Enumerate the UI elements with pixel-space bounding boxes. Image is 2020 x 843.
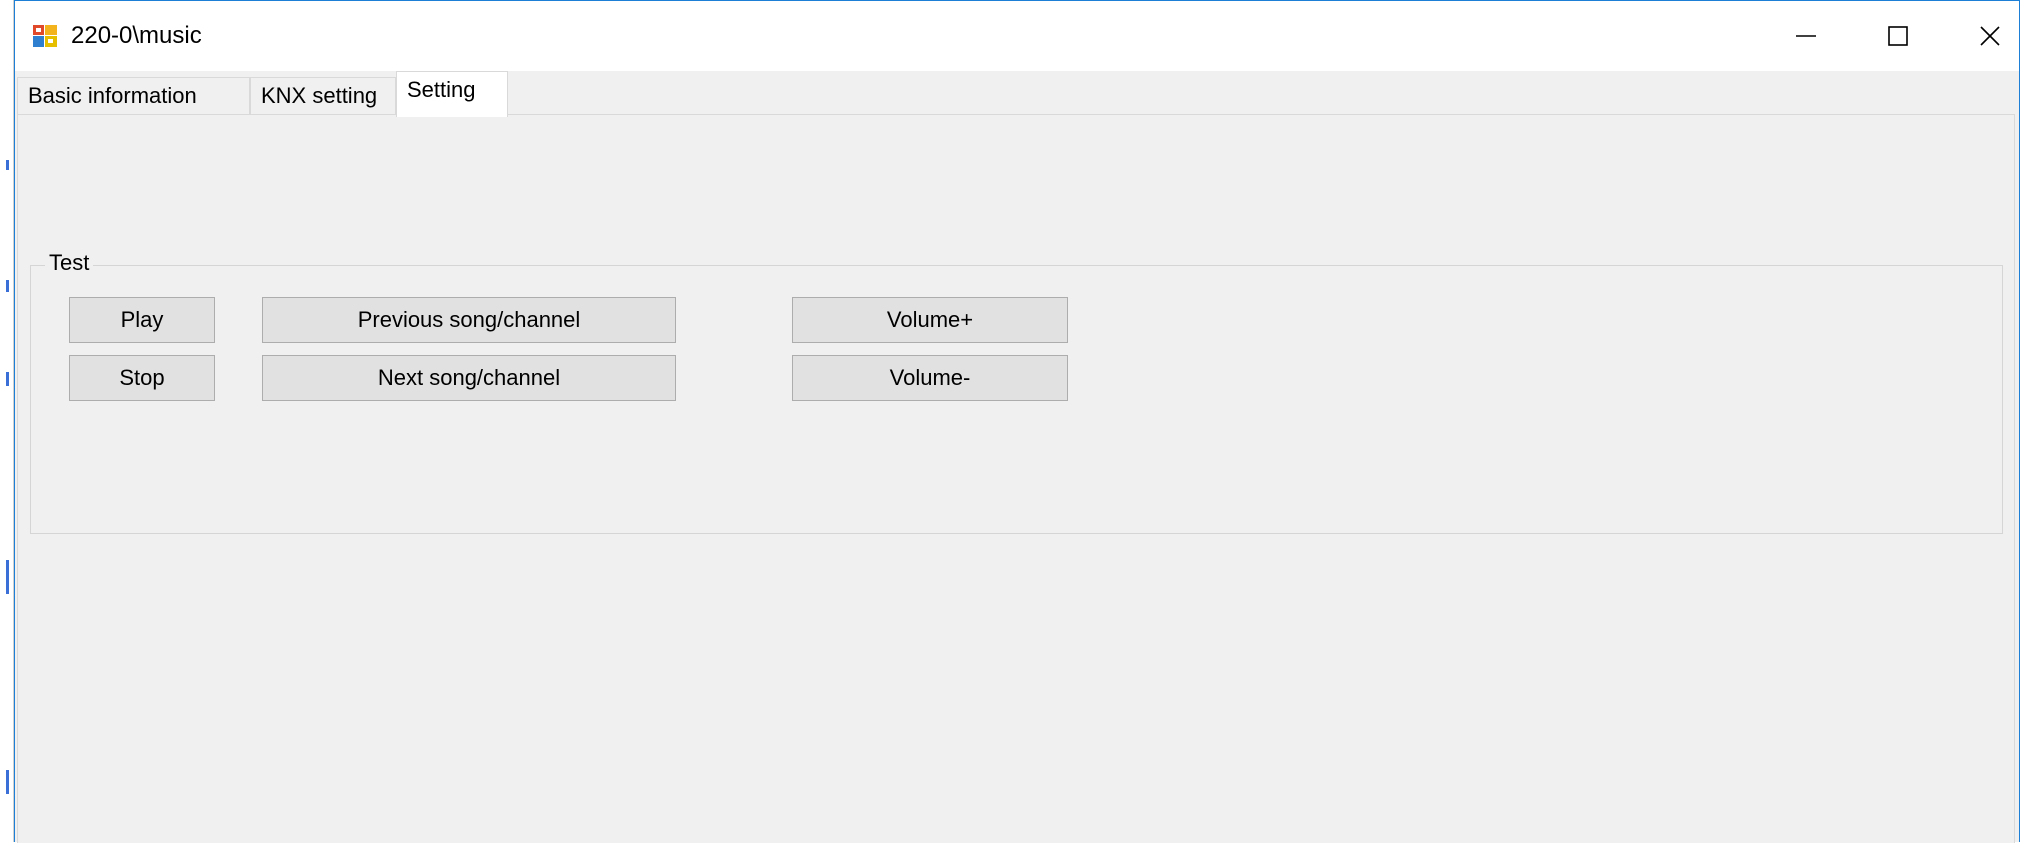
close-icon	[1980, 26, 2000, 46]
maximize-icon	[1888, 26, 1908, 46]
background-mark	[6, 770, 9, 794]
tab-strip: Basic information KNX setting Setting	[15, 71, 2019, 117]
volume-up-button[interactable]: Volume+	[792, 297, 1068, 343]
next-song-channel-button[interactable]: Next song/channel	[262, 355, 676, 401]
minimize-button[interactable]	[1761, 1, 1851, 71]
tab-knx-setting[interactable]: KNX setting	[250, 77, 396, 115]
background-window-edge	[0, 0, 14, 842]
test-groupbox: Test Play Stop Previous song/channel Nex…	[30, 248, 2003, 534]
close-button[interactable]	[1945, 1, 2020, 71]
title-bar[interactable]: 220-0\music	[15, 1, 2019, 71]
maximize-button[interactable]	[1853, 1, 1943, 71]
test-group-label: Test	[45, 248, 94, 278]
app-icon	[33, 25, 57, 47]
background-mark	[6, 372, 9, 386]
tab-setting[interactable]: Setting	[396, 71, 508, 117]
minimize-icon	[1796, 35, 1816, 37]
setting-tab-panel: Test Play Stop Previous song/channel Nex…	[17, 114, 2015, 843]
window-title: 220-0\music	[71, 22, 202, 49]
background-mark	[6, 560, 9, 594]
background-mark	[6, 160, 9, 170]
volume-down-button[interactable]: Volume-	[792, 355, 1068, 401]
stop-button[interactable]: Stop	[69, 355, 215, 401]
app-window: 220-0\music Basic information KNX settin…	[14, 0, 2020, 843]
previous-song-channel-button[interactable]: Previous song/channel	[262, 297, 676, 343]
background-mark	[6, 280, 9, 292]
tab-basic-information[interactable]: Basic information	[17, 77, 250, 115]
play-button[interactable]: Play	[69, 297, 215, 343]
